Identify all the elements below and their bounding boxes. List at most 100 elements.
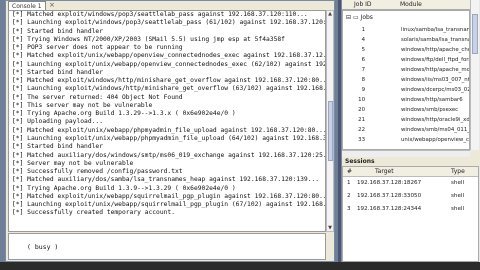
job-row[interactable]: 20 windows/smb/psexec	[343, 105, 469, 115]
job-id: 6	[361, 57, 365, 63]
console-line: [*] Successfully created temporary accou…	[12, 209, 176, 217]
console-line: [*] Started bind handler	[12, 27, 103, 35]
job-row[interactable]: 33 unix/webapp/openview_connectednodes	[343, 135, 469, 145]
job-id: 10	[358, 97, 365, 103]
console-line: [*] This server may not be vulnerable	[12, 101, 153, 109]
jobs-root-label: Jobs	[360, 14, 373, 21]
console-line: [*] Matched exploit/unix/webapp/squirrel…	[12, 192, 325, 200]
sessions-table: # Target Type 1 192.168.37.128:18267 shell…	[342, 166, 479, 262]
console-line: [*] Matched exploit/windows/http/minisha…	[12, 77, 325, 85]
folder-icon: ▭	[352, 14, 359, 21]
console-line: [*] Trying Windows NT/2000/XP/2003 (SMai…	[12, 35, 285, 43]
jobs-tree: ⊟ ▭ Jobs 1 linux/samba/lsa_transnames 4 sol…	[342, 10, 470, 150]
busy-prompt: ( busy )	[27, 243, 59, 251]
session-num: 2	[347, 193, 351, 199]
console-line: [*] Launching exploit/windows/pop3/seatt…	[12, 19, 325, 27]
job-id: 22	[358, 127, 365, 133]
bottom-strip	[0, 262, 480, 270]
job-id: 20	[358, 107, 365, 113]
job-row[interactable]: 7 windows/http/apache_mod_rewrite	[343, 65, 469, 75]
console-output: [*] Matched exploit/windows/pop3/seattle…	[8, 10, 326, 232]
scroll-up-icon[interactable]: ▲	[327, 11, 333, 17]
job-id: 5	[361, 47, 365, 53]
job-id: 21	[358, 117, 365, 123]
session-target: 192.168.37.128:24344	[357, 206, 422, 212]
console-line: [*] Matched exploit/unix/webapp/phpmyadm…	[12, 126, 325, 134]
console-input[interactable]: ( busy )	[8, 233, 326, 260]
session-type: shell	[451, 206, 465, 212]
console-line: [*] Matched exploit/windows/pop3/seattle…	[12, 11, 308, 18]
jobs-hscrollbar[interactable]	[342, 150, 470, 157]
session-row[interactable]: 1 192.168.37.128:18267 shell	[343, 177, 478, 190]
job-row[interactable]: 5 windows/http/apache_chunked	[343, 45, 469, 55]
close-icon[interactable]: ×	[49, 1, 55, 10]
job-module: windows/http/apache_chunked	[401, 47, 469, 53]
column-header-target[interactable]: Target	[375, 167, 394, 176]
console-line: [*] POP3 server does not appear to be ru…	[12, 44, 183, 52]
right-panel: Job ID Module ⊟ ▭ Jobs 1 linux/samba/lsa_…	[341, 0, 480, 270]
session-num: 3	[347, 206, 351, 212]
console-line: [*] Uploading payload...	[12, 118, 103, 126]
job-module: linux/samba/lsa_transnames	[401, 27, 469, 33]
tab-console-1[interactable]: Console 1	[8, 1, 46, 10]
job-row[interactable]: 10 windows/http/sambar6	[343, 95, 469, 105]
jobs-scrollbar[interactable]	[470, 0, 479, 150]
console-line: [*] The server returned: 404 Object Not …	[12, 93, 183, 101]
console-line: [*] Successfully removed /config/passwor…	[12, 168, 183, 176]
console-line: [*] Matched auxiliary/dos/windows/smtp/m…	[12, 151, 325, 159]
column-header-module[interactable]: Module	[400, 0, 422, 9]
job-module: windows/ftp/dell_ftpd_format	[401, 57, 469, 63]
jobs-root[interactable]: ⊟ ▭ Jobs	[346, 14, 373, 21]
console-line: [*] Launching exploit/unix/webapp/phpmya…	[12, 134, 325, 142]
job-module: solaris/samba/lsa_transnames	[401, 37, 469, 43]
session-num: 1	[347, 180, 351, 186]
column-header-job-id[interactable]: Job ID	[354, 0, 372, 9]
job-row[interactable]: 22 windows/smb/ms04_011_lsass	[343, 125, 469, 135]
job-module: windows/dcerpc/ms03_026_dcom	[401, 87, 469, 93]
session-type: shell	[451, 180, 465, 186]
job-id: 33	[358, 137, 365, 143]
console-line: [*] Matched exploit/unix/webapp/openview…	[12, 52, 325, 60]
job-module: windows/http/apache_mod_rewrite	[401, 67, 469, 73]
jobs-header: Job ID Module	[342, 0, 470, 10]
console-line: [*] Trying Apache.org Build 1.3.29-->1.3…	[12, 110, 236, 118]
console-window: Console 1 × [*] Matched exploit/windows/…	[5, 0, 335, 262]
job-module: windows/iis/ms03_007_ntdll	[401, 77, 469, 83]
job-module: windows/smb/psexec	[401, 107, 459, 113]
session-type: shell	[451, 193, 465, 199]
job-row[interactable]: 8 windows/iis/ms03_007_ntdll	[343, 75, 469, 85]
column-header-type[interactable]: Type	[451, 167, 465, 176]
column-header-num[interactable]: #	[347, 167, 352, 176]
job-id: 7	[361, 67, 365, 73]
job-module: unix/webapp/openview_connectednodes	[401, 137, 469, 143]
job-module: windows/smb/ms04_011_lsass	[401, 127, 469, 133]
job-id: 9	[361, 87, 365, 93]
scroll-thumb[interactable]	[328, 101, 333, 161]
job-id: 8	[361, 77, 365, 83]
session-target: 192.168.37.128:33050	[357, 193, 422, 199]
job-row[interactable]: 21 windows/http/oracle9i_xdb	[343, 115, 469, 125]
console-line: [*] Started bind handler	[12, 143, 103, 151]
job-row[interactable]: 9 windows/dcerpc/ms03_026_dcom	[343, 85, 469, 95]
console-line: [*] Launching exploit/windows/http/minis…	[12, 85, 325, 93]
job-row[interactable]: 4 solaris/samba/lsa_transnames	[343, 35, 469, 45]
job-row[interactable]: 6 windows/ftp/dell_ftpd_format	[343, 55, 469, 65]
session-target: 192.168.37.128:18267	[357, 180, 422, 186]
job-module: windows/http/sambar6	[401, 97, 463, 103]
console-line: [*] Launching exploit/unix/webapp/openvi…	[12, 60, 325, 68]
console-scrollbar[interactable]: ▲ ▼	[326, 10, 334, 232]
sessions-title: Sessions	[345, 158, 375, 165]
console-line: [*] Trying Apache.org Build 1.3.9-->1.3.…	[12, 184, 236, 192]
collapse-icon[interactable]: ⊟	[346, 14, 351, 21]
console-line: [*] Matched auxiliary/dos/samba/lsa_tran…	[12, 176, 320, 184]
session-row[interactable]: 2 192.168.37.128:33050 shell	[343, 190, 478, 203]
job-row[interactable]: 1 linux/samba/lsa_transnames	[343, 25, 469, 35]
console-line: [*] Server may not be vulnerable	[12, 159, 134, 167]
job-id: 4	[361, 37, 365, 43]
console-line: [*] Started bind handler	[12, 68, 103, 76]
session-row[interactable]: 3 192.168.37.128:24344 shell	[343, 203, 478, 216]
console-line: [*] Launching exploit/unix/webapp/squirr…	[12, 201, 325, 209]
jobs-scroll-thumb[interactable]	[472, 14, 478, 54]
job-id: 1	[361, 27, 365, 33]
scroll-down-icon[interactable]: ▼	[327, 225, 333, 231]
